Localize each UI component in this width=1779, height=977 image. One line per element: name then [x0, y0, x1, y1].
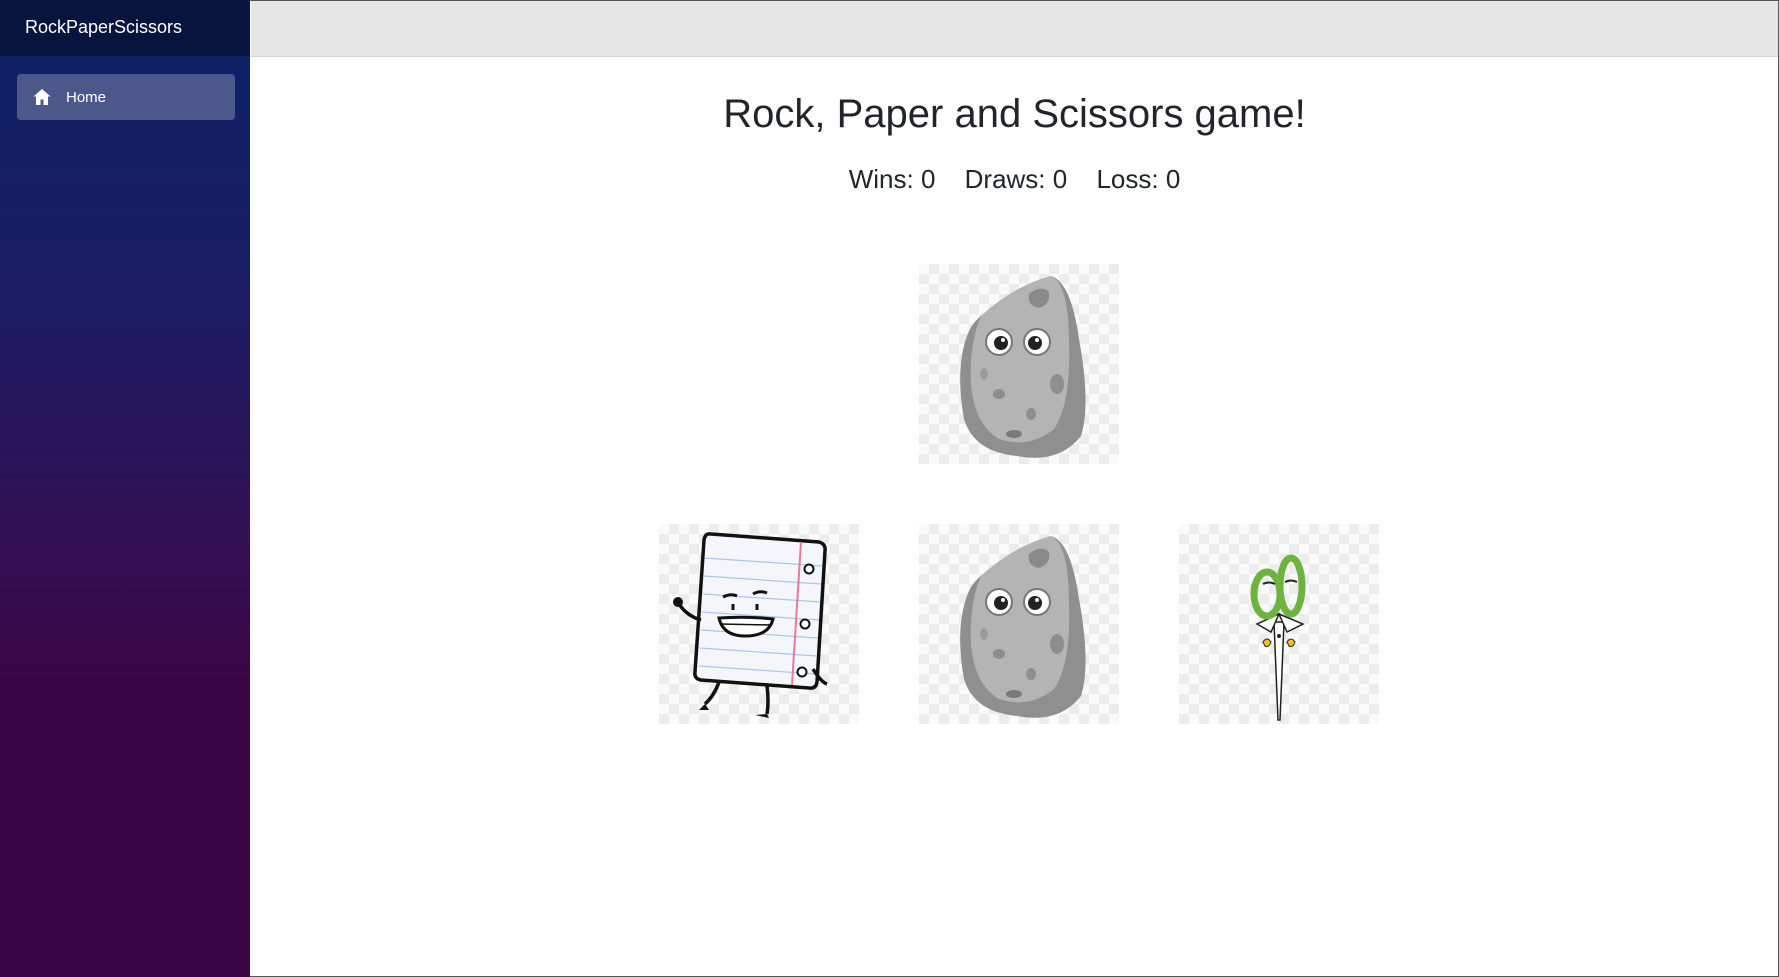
computer-choice-rock-image: [919, 264, 1119, 464]
scoreboard: Wins: 0 Draws: 0 Loss: 0: [251, 164, 1778, 195]
brand-link[interactable]: RockPaperScissors: [25, 17, 182, 38]
page-title: Rock, Paper and Scissors game!: [723, 92, 1306, 136]
scissors-choice-button[interactable]: [1179, 524, 1379, 724]
draws-count: Draws: 0: [964, 164, 1068, 194]
sidebar-item-home[interactable]: Home: [17, 74, 235, 120]
home-icon: [33, 89, 51, 105]
sidebar-item-label: Home: [66, 88, 107, 106]
top-row: [251, 1, 1778, 57]
sidebar: RockPaperScissors Home: [0, 0, 250, 977]
paper-choice-button[interactable]: [659, 524, 859, 724]
window-frame: [0, 0, 1779, 977]
rock-choice-button[interactable]: [919, 524, 1119, 724]
brand-bar: RockPaperScissors: [0, 0, 250, 56]
wins-count: Wins: 0: [848, 164, 936, 194]
loss-count: Loss: 0: [1096, 164, 1181, 194]
